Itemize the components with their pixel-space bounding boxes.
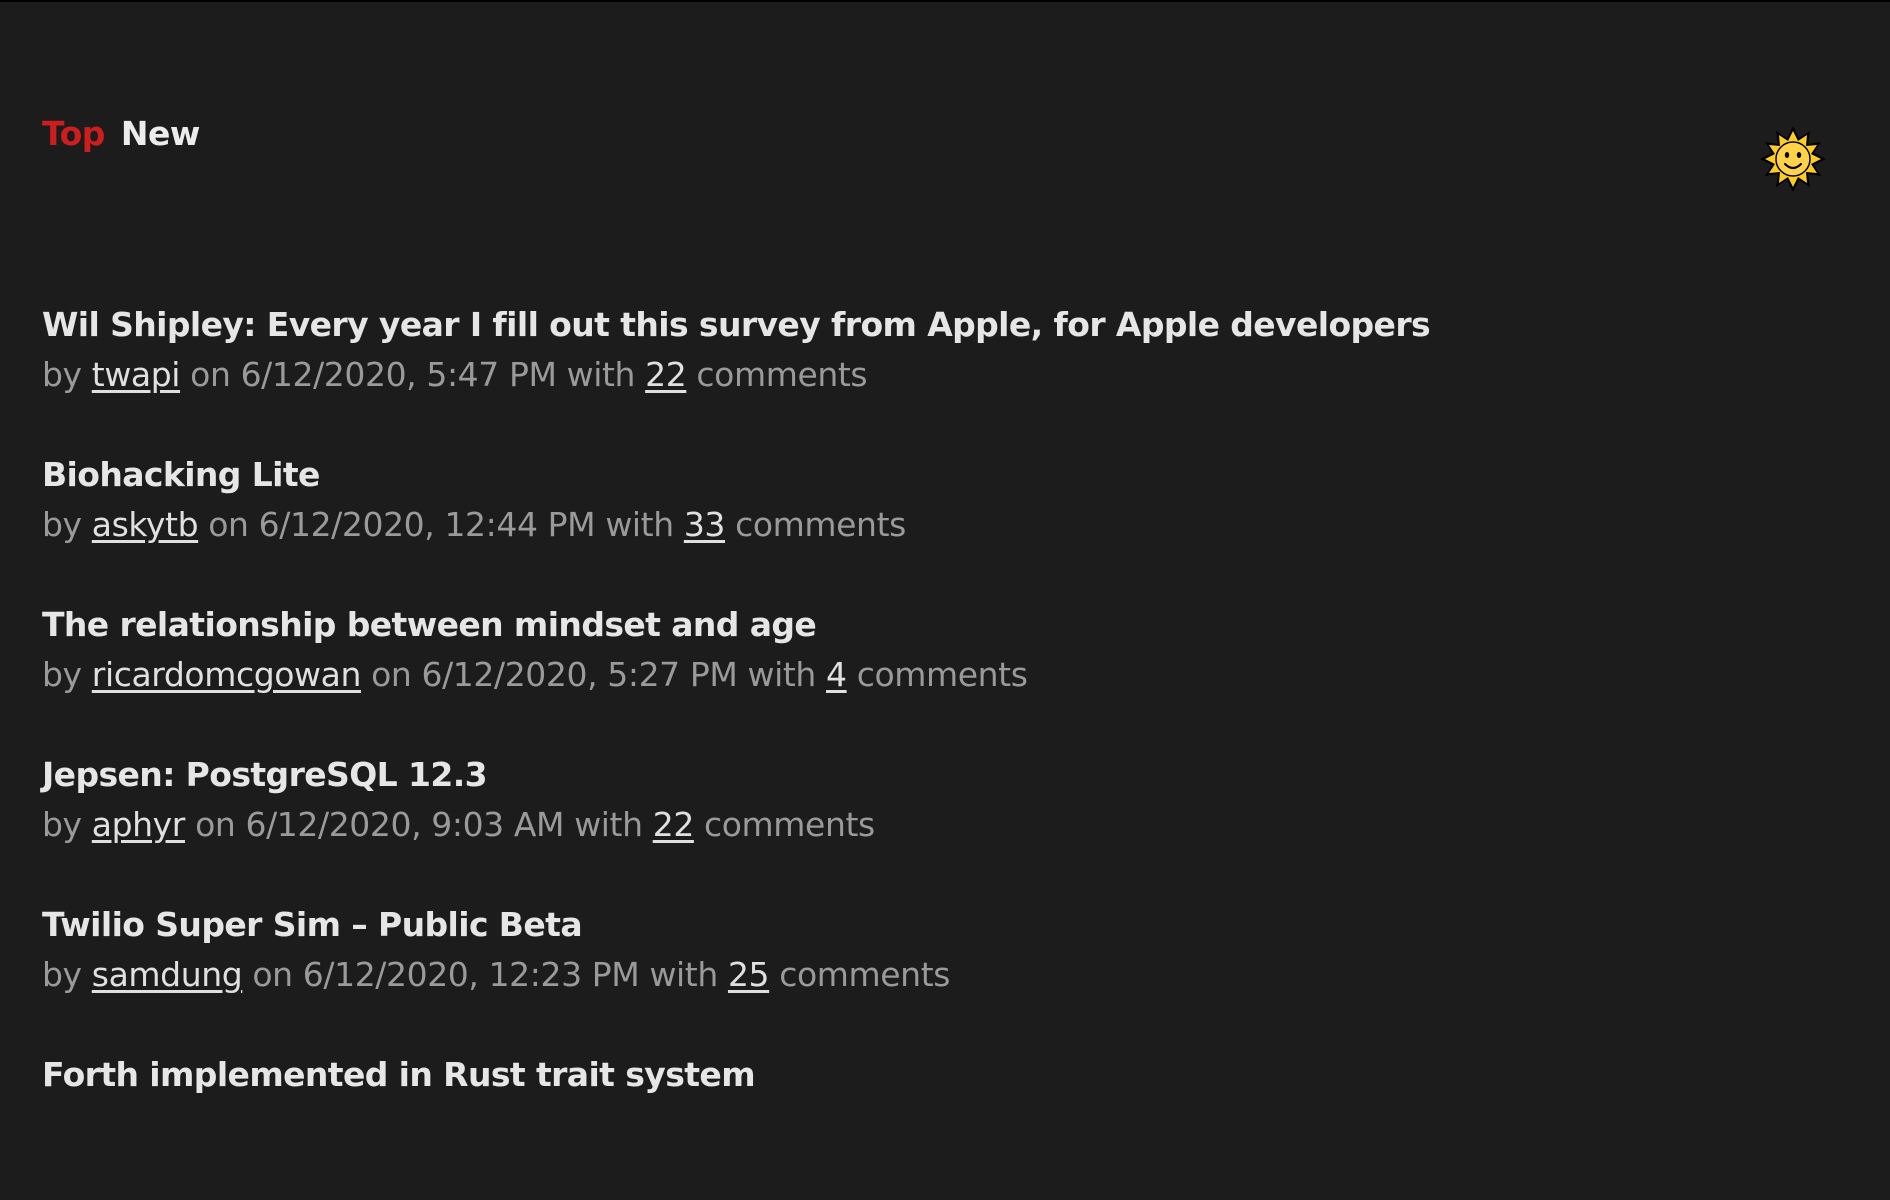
meta-text: on	[371, 655, 412, 694]
author-link[interactable]: askytb	[92, 505, 199, 544]
story-title-link[interactable]: Jepsen: PostgreSQL 12.3	[42, 750, 1842, 800]
story-date: 6/12/2020, 5:27 PM	[421, 655, 738, 694]
comments-link[interactable]: 33	[684, 505, 726, 544]
comments-link[interactable]: 22	[653, 805, 695, 844]
meta-text: with	[649, 955, 718, 994]
meta-text: with	[605, 505, 674, 544]
theme-toggle-button[interactable]	[1758, 124, 1828, 194]
feed-tabs: Top New	[42, 114, 200, 153]
story-meta: by askytb on 6/12/2020, 12:44 PM with 33…	[42, 500, 1842, 550]
list-item: Twilio Super Sim – Public Beta by samdun…	[42, 900, 1842, 1050]
story-date: 6/12/2020, 12:23 PM	[302, 955, 640, 994]
list-item: Wil Shipley: Every year I fill out this …	[42, 300, 1842, 450]
tab-new[interactable]: New	[121, 114, 201, 153]
meta-text: by	[42, 355, 82, 394]
story-title-link[interactable]: Twilio Super Sim – Public Beta	[42, 900, 1842, 950]
author-link[interactable]: samdung	[92, 955, 243, 994]
list-item: The relationship between mindset and age…	[42, 600, 1842, 750]
story-title-link[interactable]: Forth implemented in Rust trait system	[42, 1050, 1842, 1100]
meta-text: comments	[779, 955, 951, 994]
comments-link[interactable]: 22	[645, 355, 687, 394]
meta-text: comments	[696, 355, 868, 394]
meta-text: on	[208, 505, 249, 544]
meta-text: by	[42, 505, 82, 544]
meta-text: comments	[735, 505, 906, 544]
comments-link[interactable]: 4	[826, 655, 847, 694]
story-date: 6/12/2020, 5:47 PM	[240, 355, 557, 394]
story-meta: by samdung on 6/12/2020, 12:23 PM with 2…	[42, 950, 1842, 1000]
meta-text: on	[195, 805, 236, 844]
meta-text: by	[42, 955, 82, 994]
meta-text: by	[42, 655, 82, 694]
author-link[interactable]: aphyr	[92, 805, 186, 844]
meta-text: comments	[704, 805, 875, 844]
author-link[interactable]: ricardomcgowan	[92, 655, 362, 694]
story-meta: by twapi on 6/12/2020, 5:47 PM with 22 c…	[42, 350, 1842, 400]
meta-text: on	[252, 955, 293, 994]
tab-top[interactable]: Top	[42, 114, 105, 153]
comments-link[interactable]: 25	[728, 955, 770, 994]
meta-text: with	[747, 655, 817, 694]
meta-text: on	[190, 355, 231, 394]
meta-text: by	[42, 805, 82, 844]
story-title-link[interactable]: Biohacking Lite	[42, 450, 1842, 500]
window-top-border	[0, 0, 1890, 2]
author-link[interactable]: twapi	[92, 355, 181, 394]
story-date: 6/12/2020, 9:03 AM	[245, 805, 565, 844]
story-date: 6/12/2020, 12:44 PM	[258, 505, 596, 544]
meta-text: with	[566, 355, 636, 394]
meta-text: with	[574, 805, 643, 844]
story-list: Wil Shipley: Every year I fill out this …	[42, 300, 1842, 1200]
story-title-link[interactable]: Wil Shipley: Every year I fill out this …	[42, 300, 1842, 350]
list-item: Biohacking Lite by askytb on 6/12/2020, …	[42, 450, 1842, 600]
story-title-link[interactable]: The relationship between mindset and age	[42, 600, 1842, 650]
list-item: Jepsen: PostgreSQL 12.3 by aphyr on 6/12…	[42, 750, 1842, 900]
list-item: Forth implemented in Rust trait system	[42, 1050, 1842, 1200]
story-meta: by aphyr on 6/12/2020, 9:03 AM with 22 c…	[42, 800, 1842, 850]
sun-face-icon	[1760, 126, 1826, 192]
meta-text: comments	[856, 655, 1028, 694]
story-meta: by ricardomcgowan on 6/12/2020, 5:27 PM …	[42, 650, 1842, 700]
